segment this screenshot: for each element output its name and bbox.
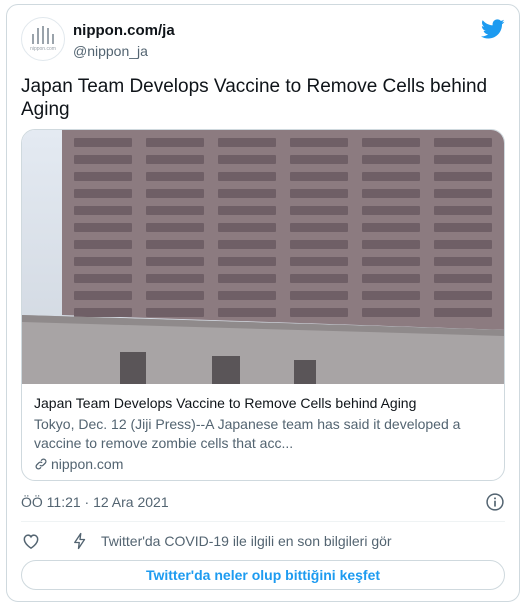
covid-info-link[interactable]: Twitter'da COVID-19 ile ilgili en son bi…	[101, 533, 392, 549]
card-body: Japan Team Develops Vaccine to Remove Ce…	[34, 394, 494, 472]
info-icon[interactable]	[485, 492, 505, 512]
tweet-timestamp[interactable]: ÖÖ 11:21 · 12 Ara 2021	[21, 494, 169, 510]
card-description: Tokyo, Dec. 12 (Jiji Press)--A Japanese …	[34, 416, 461, 451]
nippon-logo-icon	[32, 26, 54, 44]
building-photo[interactable]	[22, 130, 505, 384]
card-domain[interactable]: nippon.com	[34, 456, 494, 472]
heart-icon[interactable]	[21, 531, 41, 551]
link-card[interactable]: Japan Team Develops Vaccine to Remove Ce…	[21, 129, 505, 481]
card-domain-text: nippon.com	[51, 456, 124, 472]
link-icon	[35, 458, 47, 470]
bolt-icon	[74, 532, 86, 550]
avatar[interactable]: nippon.com	[21, 17, 65, 61]
avatar-logo-text: nippon.com	[30, 46, 56, 52]
card-title[interactable]: Japan Team Develops Vaccine to Remove Ce…	[34, 394, 494, 413]
divider	[21, 521, 505, 522]
action-bar: Twitter'da COVID-19 ile ilgili en son bi…	[21, 530, 392, 552]
explore-button[interactable]: Twitter'da neler olup bittiğini keşfet	[21, 560, 505, 590]
tweet-embed: nippon.com nippon.com/ja @nippon_ja Japa…	[6, 4, 520, 602]
twitter-bird-icon[interactable]	[481, 17, 505, 41]
author-display-name[interactable]: nippon.com/ja	[73, 22, 175, 39]
author-handle[interactable]: @nippon_ja	[73, 43, 148, 59]
tweet-text: Japan Team Develops Vaccine to Remove Ce…	[21, 76, 488, 120]
